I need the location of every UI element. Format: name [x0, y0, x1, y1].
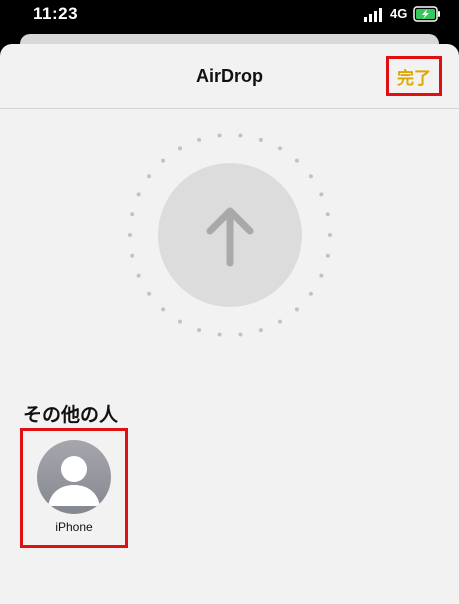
- radar-dot: [328, 233, 332, 237]
- radar-dot: [130, 212, 135, 217]
- radar-dot: [319, 192, 324, 197]
- radar-dot: [161, 158, 166, 163]
- radar-dot: [325, 253, 330, 258]
- radar-dot: [130, 253, 135, 258]
- radar-dot: [178, 319, 182, 324]
- done-button[interactable]: 完了: [386, 56, 442, 96]
- radar-dot: [197, 137, 202, 142]
- sheet-header: AirDrop 完了: [0, 44, 459, 109]
- arrow-up-icon: [206, 207, 254, 267]
- device-name: iPhone: [55, 520, 93, 534]
- radar-dot: [294, 158, 299, 163]
- airdrop-radar: [125, 130, 335, 340]
- radar-dot: [258, 137, 263, 142]
- radar-dot: [147, 174, 152, 179]
- radar-dot: [238, 133, 243, 138]
- radar-dot: [238, 332, 243, 337]
- status-time: 11:23: [33, 4, 79, 23]
- radar-dot: [197, 328, 202, 333]
- radar-dot: [136, 273, 141, 278]
- radar-dot: [147, 291, 152, 296]
- radar-dot: [319, 273, 324, 278]
- airdrop-sheet: AirDrop 完了 その他の人 iPhone: [0, 44, 459, 604]
- radar-dot: [258, 328, 263, 333]
- radar-dot: [308, 291, 313, 296]
- upload-circle: [158, 163, 302, 307]
- radar-dot: [136, 192, 141, 197]
- network-label: 4G: [390, 6, 408, 21]
- device-tile-iphone[interactable]: iPhone: [20, 428, 128, 548]
- radar-dot: [278, 146, 282, 151]
- other-people-title: その他の人: [23, 405, 119, 426]
- radar-dot: [161, 307, 166, 312]
- radar-dot: [128, 233, 132, 237]
- radar-dot: [217, 133, 222, 138]
- battery-charging-icon: [413, 6, 440, 22]
- radar-dot: [278, 319, 282, 324]
- radar-dot: [325, 212, 330, 217]
- status-bar: 11:23 4G: [0, 0, 459, 30]
- radar-dot: [178, 146, 182, 151]
- radar-dot: [308, 174, 313, 179]
- radar-dot: [294, 307, 299, 312]
- radar-dot: [217, 332, 222, 337]
- signal-icon: [364, 8, 382, 22]
- person-avatar-icon: [37, 440, 111, 514]
